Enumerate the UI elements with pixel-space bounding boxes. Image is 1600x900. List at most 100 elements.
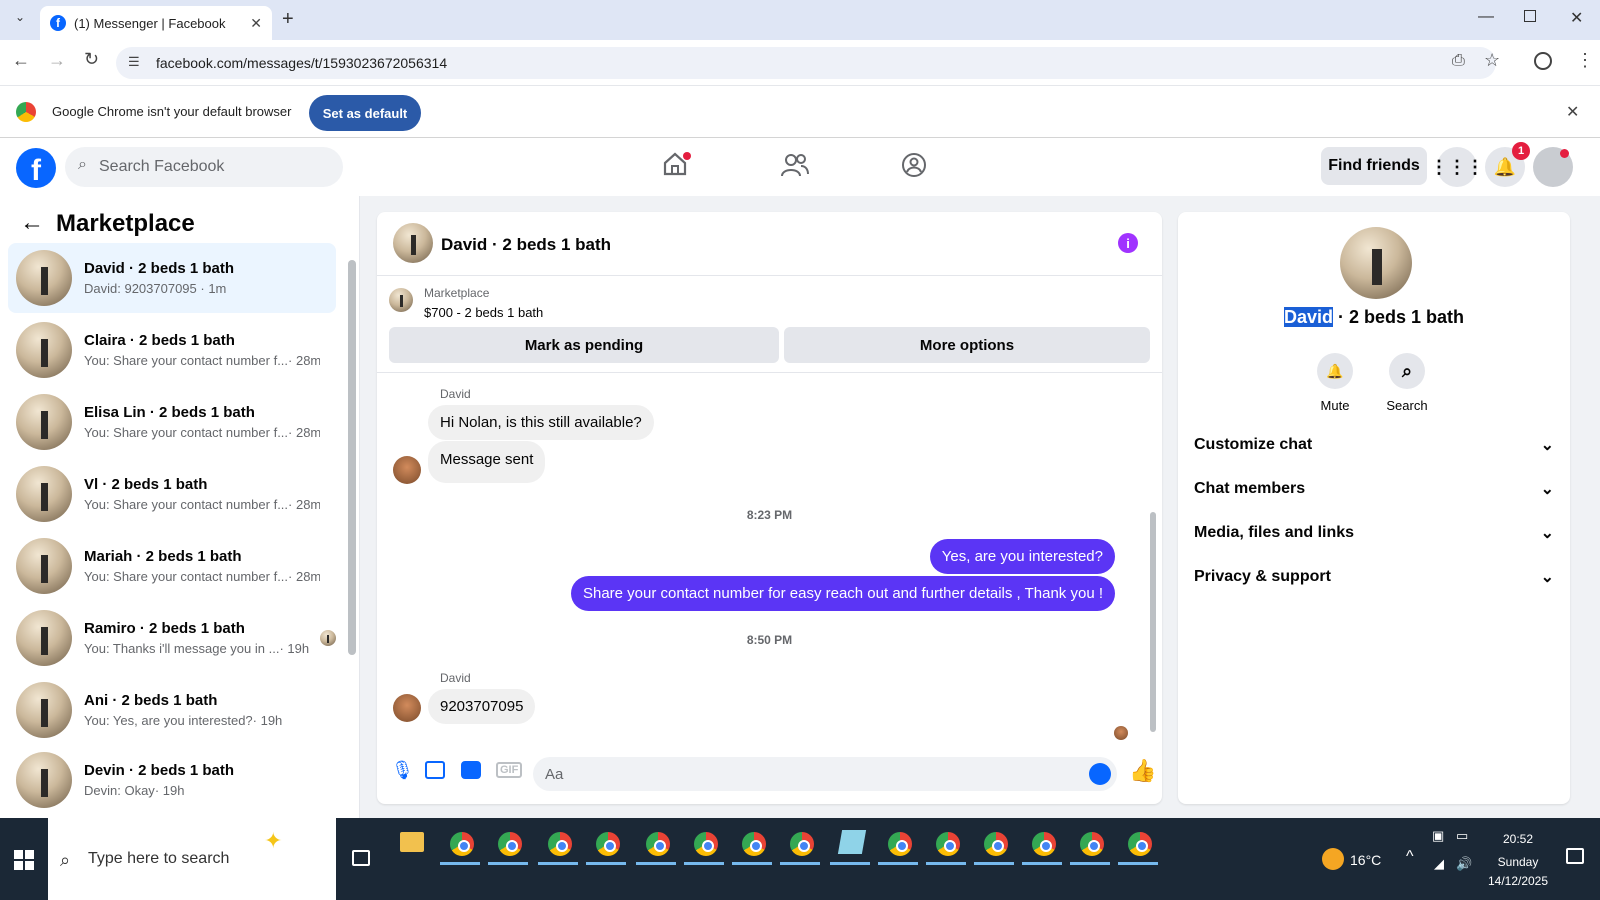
message-timestamp: 8:23 PM (746, 508, 793, 522)
profile-icon[interactable] (1534, 52, 1552, 70)
media-files-links-section[interactable]: Media, files and links ⌄ (1194, 523, 1554, 543)
file-explorer-icon[interactable] (400, 832, 424, 852)
conversation-item[interactable]: Ani · 2 beds 1 bath You: Yes, are you int… (8, 675, 336, 745)
notepad-taskbar-icon[interactable] (837, 830, 867, 854)
volume-icon[interactable]: 🔊 (1456, 856, 1472, 872)
taskbar-search-box[interactable]: Type here to search (48, 818, 336, 900)
chat-header-avatar[interactable] (393, 223, 433, 263)
show-hidden-icons-chevron-icon[interactable]: ^ (1406, 848, 1414, 866)
privacy-support-section[interactable]: Privacy & support ⌄ (1194, 567, 1554, 587)
microphone-icon[interactable]: 🎙 (391, 760, 414, 781)
listing-title[interactable]: $700 - 2 beds 1 bath (424, 305, 543, 320)
infobar-close-icon[interactable]: ✕ (1566, 102, 1579, 122)
conversation-item[interactable]: Devin · 2 beds 1 bath Devin: Okay· 19h (8, 747, 336, 813)
outgoing-message[interactable]: Yes, are you interested? (929, 539, 1115, 574)
chrome-taskbar-icon[interactable] (788, 830, 816, 858)
sender-avatar[interactable] (393, 456, 421, 484)
bookmark-star-icon[interactable]: ☆ (1484, 50, 1500, 71)
message-input[interactable]: Aa (533, 757, 1117, 791)
chrome-taskbar-icon[interactable] (692, 830, 720, 858)
friends-nav-icon[interactable] (781, 152, 809, 178)
wifi-icon[interactable]: ◢ (1434, 856, 1444, 872)
default-browser-infobar: Google Chrome isn't your default browser (0, 86, 1600, 138)
minimize-window-icon[interactable]: — (1478, 8, 1494, 26)
conversation-item[interactable]: Mariah · 2 beds 1 bath You: Share your co… (8, 531, 336, 601)
conversation-item[interactable]: Elisa Lin · 2 beds 1 bath You: Share your… (8, 387, 336, 457)
windows-start-icon[interactable] (14, 850, 34, 870)
menu-grid-button[interactable]: ⋮⋮⋮ (1430, 147, 1484, 187)
gif-icon[interactable]: GIF (496, 762, 523, 778)
account-notification-dot (1560, 149, 1569, 158)
chrome-taskbar-icon[interactable] (644, 830, 672, 858)
browser-tab-messenger[interactable]: f (1) Messenger | Facebook ✕ (40, 6, 272, 40)
chrome-menu-icon[interactable]: ⋮ (1576, 50, 1594, 71)
incoming-message[interactable]: Hi Nolan, is this still available? (428, 405, 654, 440)
mute-label: Mute (1320, 398, 1350, 413)
restore-window-icon[interactable] (1524, 10, 1536, 22)
set-as-default-button[interactable]: Set as default (309, 95, 421, 131)
clock-time[interactable]: 20:52 (1478, 832, 1558, 846)
chrome-taskbar-icon[interactable] (594, 830, 622, 858)
conversation-preview: Devin: Okay (84, 783, 155, 798)
facebook-search-input[interactable]: Search Facebook (65, 147, 343, 187)
chrome-taskbar-icon[interactable] (934, 830, 962, 858)
conversation-item[interactable]: Claira · 2 beds 1 bath You: Share your co… (8, 315, 336, 385)
chrome-taskbar-icon[interactable] (1030, 830, 1058, 858)
info-icon[interactable]: i (1118, 233, 1138, 253)
forward-arrow-icon[interactable]: → (48, 50, 66, 71)
weather-temperature[interactable]: 16°C (1350, 852, 1381, 868)
chat-scrollbar[interactable] (1150, 512, 1156, 732)
chat-header-title[interactable]: David · 2 beds 1 bath (441, 235, 611, 255)
find-friends-button[interactable]: Find friends (1321, 147, 1427, 185)
chrome-taskbar-icon[interactable] (740, 830, 768, 858)
address-bar[interactable]: facebook.com/messages/t/1593023672056314 (116, 47, 1496, 79)
task-view-icon[interactable] (352, 850, 370, 866)
back-arrow-icon[interactable]: ← (12, 50, 30, 71)
facebook-logo-icon[interactable]: f (16, 148, 56, 188)
install-app-icon[interactable]: ⎙ (1452, 52, 1465, 70)
conversation-avatar (16, 610, 72, 666)
outgoing-message[interactable]: Share your contact number for easy reach… (570, 576, 1115, 611)
reload-icon[interactable]: ↻ (84, 49, 99, 70)
taskbar-app-icon[interactable] (448, 830, 476, 858)
listing-thumbnail[interactable] (389, 288, 413, 312)
tab-close-icon[interactable]: ✕ (250, 15, 262, 32)
chrome-taskbar-icon[interactable] (886, 830, 914, 858)
mark-as-pending-button[interactable]: Mark as pending (389, 327, 779, 363)
composer-placeholder: Aa (545, 765, 564, 783)
emoji-icon[interactable] (1089, 763, 1111, 785)
chrome-taskbar-icon[interactable] (982, 830, 1010, 858)
conversation-item[interactable]: Vl · 2 beds 1 bath You: Share your contac… (8, 459, 336, 529)
incoming-message[interactable]: Message sent (428, 441, 546, 483)
battery-icon[interactable]: ▭ (1456, 828, 1468, 844)
attach-photo-icon[interactable] (425, 761, 445, 779)
tab-search-chevron-icon[interactable]: ⌄ (10, 10, 30, 30)
thumbs-up-icon[interactable]: 👍 (1129, 758, 1156, 784)
notification-center-icon[interactable] (1566, 848, 1584, 864)
weather-moon-icon[interactable] (1322, 848, 1344, 870)
back-arrow-icon[interactable]: ← (20, 209, 44, 237)
more-options-button[interactable]: More options (784, 327, 1150, 363)
chrome-taskbar-icon[interactable] (1126, 830, 1154, 858)
conversation-item[interactable]: David · 2 beds 1 bath David: 9203707095 ·… (8, 243, 336, 313)
incoming-message[interactable]: 9203707095 (428, 689, 536, 724)
customize-chat-section[interactable]: Customize chat ⌄ (1194, 435, 1554, 455)
sender-avatar[interactable] (393, 694, 421, 722)
sidebar-scrollbar[interactable] (348, 260, 356, 655)
chrome-taskbar-icon[interactable] (546, 830, 574, 858)
groups-nav-icon[interactable] (901, 152, 927, 178)
meet-now-icon[interactable]: ▣ (1432, 828, 1444, 844)
details-avatar[interactable] (1340, 227, 1412, 299)
mute-button[interactable]: 🔔 (1317, 353, 1353, 389)
clock-day[interactable]: Sunday (1478, 855, 1558, 869)
new-tab-plus-icon[interactable]: + (282, 8, 294, 31)
close-window-icon[interactable]: ✕ (1570, 8, 1583, 28)
search-in-chat-button[interactable]: ⌕ (1389, 353, 1425, 389)
sticker-icon[interactable] (461, 761, 481, 779)
chrome-taskbar-icon[interactable] (1078, 830, 1106, 858)
site-info-icon[interactable]: ☰ (128, 54, 140, 70)
conversation-item[interactable]: Ramiro · 2 beds 1 bath You: Thanks i'll m… (8, 603, 336, 673)
clock-date[interactable]: 14/12/2025 (1478, 874, 1558, 888)
chat-members-section[interactable]: Chat members ⌄ (1194, 479, 1554, 499)
chrome-taskbar-icon[interactable] (496, 830, 524, 858)
